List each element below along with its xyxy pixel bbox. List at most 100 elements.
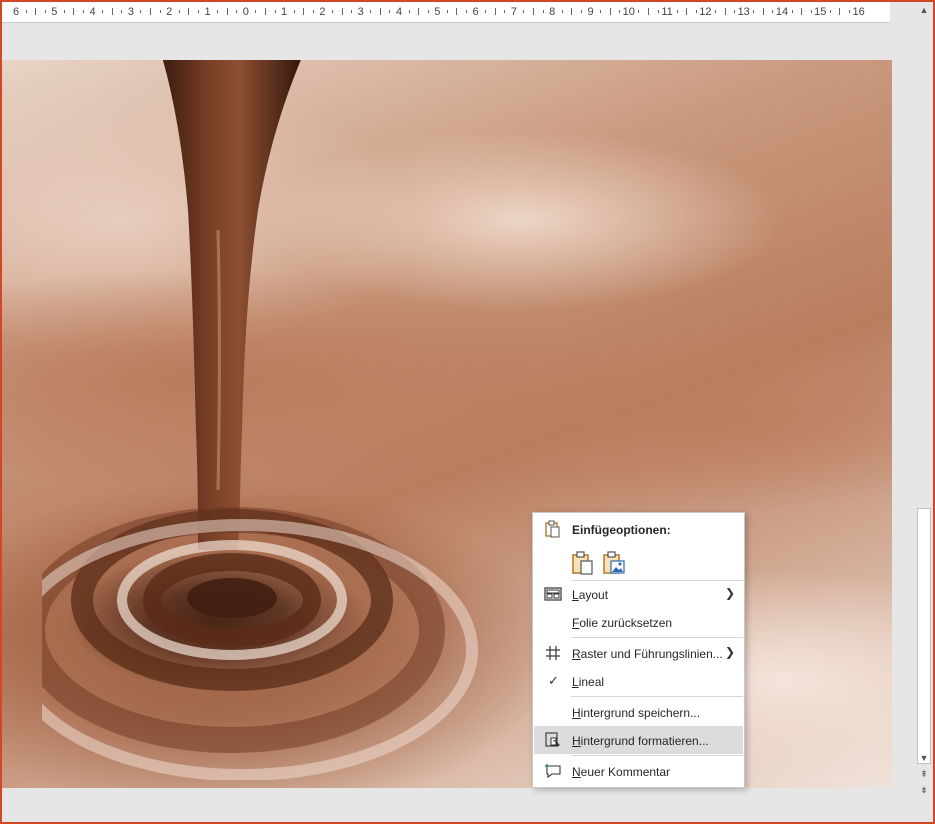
ruler-tick-mark — [494, 8, 496, 15]
ruler-tick-mark — [63, 10, 65, 13]
menu-item-reset-slide[interactable]: Folie zurücksetzen — [534, 608, 743, 636]
menu-item-format-background[interactable]: Hintergrund formatieren... — [534, 726, 743, 754]
ruler-tick-mark — [312, 10, 314, 13]
ruler-tick-mark — [829, 10, 831, 13]
ruler-tick-label: 10 — [622, 6, 635, 18]
ruler-tick-mark — [571, 8, 573, 15]
ruler-tick-mark — [389, 10, 391, 13]
ruler-tick-label: 13 — [737, 6, 750, 18]
ruler-tick-label: 3 — [357, 6, 364, 18]
ruler-tick-mark — [762, 8, 764, 15]
ruler-tick-mark — [695, 10, 697, 13]
menu-item-ruler[interactable]: ✓ Lineal — [534, 667, 743, 695]
ruler-tick-mark — [370, 10, 372, 13]
workspace-bottom-area — [2, 788, 916, 820]
ruler-tick-label: 16 — [852, 6, 865, 18]
ruler-tick-mark — [25, 10, 27, 13]
ruler-tick-mark — [753, 10, 755, 13]
ruler-tick-label: 11 — [661, 6, 673, 18]
ruler-tick-label: 1 — [281, 6, 288, 18]
ruler-tick-mark — [542, 10, 544, 13]
ruler-tick-mark — [580, 10, 582, 13]
layout-icon — [544, 587, 562, 601]
ruler-tick-mark — [44, 10, 46, 13]
ruler-tick-label: 9 — [587, 6, 594, 18]
ruler-tick-mark — [686, 8, 688, 15]
previous-slide-button[interactable]: ⇞ — [918, 768, 930, 780]
ruler-tick-label: 6 — [472, 6, 479, 18]
scroll-down-button[interactable]: ▼ — [918, 752, 930, 764]
ruler-tick-mark — [274, 10, 276, 13]
ruler-tick-label: 7 — [510, 6, 517, 18]
ruler-tick-mark — [159, 10, 161, 13]
ruler-tick-label: 4 — [395, 6, 403, 18]
menu-item-label: Hintergrund formatieren... — [572, 734, 709, 748]
ruler-tick-mark — [73, 8, 75, 15]
ruler-tick-mark — [226, 8, 228, 15]
menu-item-label: Neuer Kommentar — [572, 765, 671, 779]
context-menu: Einfügeoptionen: Layout ❯ Folie zurückse… — [532, 512, 745, 788]
ruler-tick-mark — [427, 10, 429, 13]
ruler-tick-mark — [188, 8, 190, 15]
ruler-tick-mark — [676, 10, 678, 13]
ruler-tick-mark — [810, 10, 812, 13]
menu-item-new-comment[interactable]: Neuer Kommentar — [534, 757, 743, 785]
ruler-tick-mark — [293, 10, 295, 13]
ruler-tick-mark — [657, 10, 659, 13]
menu-item-layout[interactable]: Layout ❯ — [534, 580, 743, 608]
ruler-tick-mark — [236, 10, 238, 13]
menu-item-grid-guides[interactable]: Raster und Führungslinien... ❯ — [534, 639, 743, 667]
grid-icon — [546, 646, 560, 660]
next-slide-button[interactable]: ⇟ — [918, 784, 930, 796]
ruler-tick-mark — [303, 8, 305, 15]
ruler-tick-mark — [418, 8, 420, 15]
menu-separator — [571, 637, 743, 638]
scroll-up-button[interactable]: ▲ — [918, 4, 930, 16]
ruler-tick-mark — [35, 8, 37, 15]
ruler-tick-mark — [724, 8, 726, 15]
ruler-tick-label: 1 — [204, 6, 211, 18]
ruler-tick-mark — [456, 8, 458, 15]
ruler-tick-mark — [734, 10, 736, 13]
slide-canvas[interactable] — [2, 60, 892, 788]
menu-item-save-background[interactable]: Hintergrund speichern... — [534, 698, 743, 726]
menu-item-label: Layout — [572, 588, 609, 602]
ruler-tick-mark — [264, 8, 266, 15]
ruler-tick-label: 14 — [775, 6, 789, 18]
scrollbar-thumb[interactable] — [917, 508, 931, 764]
ruler-tick-mark — [609, 8, 611, 15]
menu-separator — [571, 755, 743, 756]
ruler-tick-mark — [331, 10, 333, 13]
ruler-tick-mark — [178, 10, 180, 13]
ruler-tick-label: 2 — [166, 6, 173, 18]
paste-options-title: Einfügeoptionen: — [572, 523, 671, 537]
menu-item-label: Raster und Führungslinien... — [572, 647, 723, 661]
ruler-tick-mark — [255, 10, 257, 13]
ruler-tick-mark — [714, 10, 716, 13]
ruler-tick-mark — [801, 8, 803, 15]
ruler-tick-mark — [83, 10, 85, 13]
ruler-tick-mark — [600, 10, 602, 13]
ruler-tick-mark — [140, 10, 142, 13]
menu-item-label: Folie zurücksetzen — [572, 616, 673, 630]
paste-picture-button[interactable] — [601, 549, 627, 577]
ruler-tick-mark — [379, 8, 381, 15]
paste-options-row — [533, 545, 744, 577]
ruler-tick-label: 12 — [699, 6, 712, 18]
ruler-tick-mark — [102, 10, 104, 13]
ruler-tick-mark — [791, 10, 793, 13]
submenu-chevron-icon: ❯ — [724, 586, 735, 600]
horizontal-ruler[interactable]: 6 5 4 3 2 1 0 1 2 3 4 5 6 7 8 9 10 11 12 13 14 15 16 — [2, 2, 890, 23]
ruler-tick-mark — [485, 10, 487, 13]
menu-item-label: Lineal — [572, 675, 605, 689]
checkmark-icon: ✓ — [548, 673, 559, 688]
ruler-tick-mark — [647, 8, 649, 15]
paste-options-header: Einfügeoptionen: — [533, 513, 744, 543]
ruler-tick-mark — [197, 10, 199, 13]
paste-keep-source-formatting-button[interactable] — [570, 549, 596, 577]
ruler-tick-mark — [446, 10, 448, 13]
ruler-tick-label: 0 — [242, 6, 249, 18]
ruler-tick-mark — [849, 10, 851, 13]
ruler-tick-mark — [533, 8, 535, 15]
ruler-tick-mark — [351, 10, 353, 13]
